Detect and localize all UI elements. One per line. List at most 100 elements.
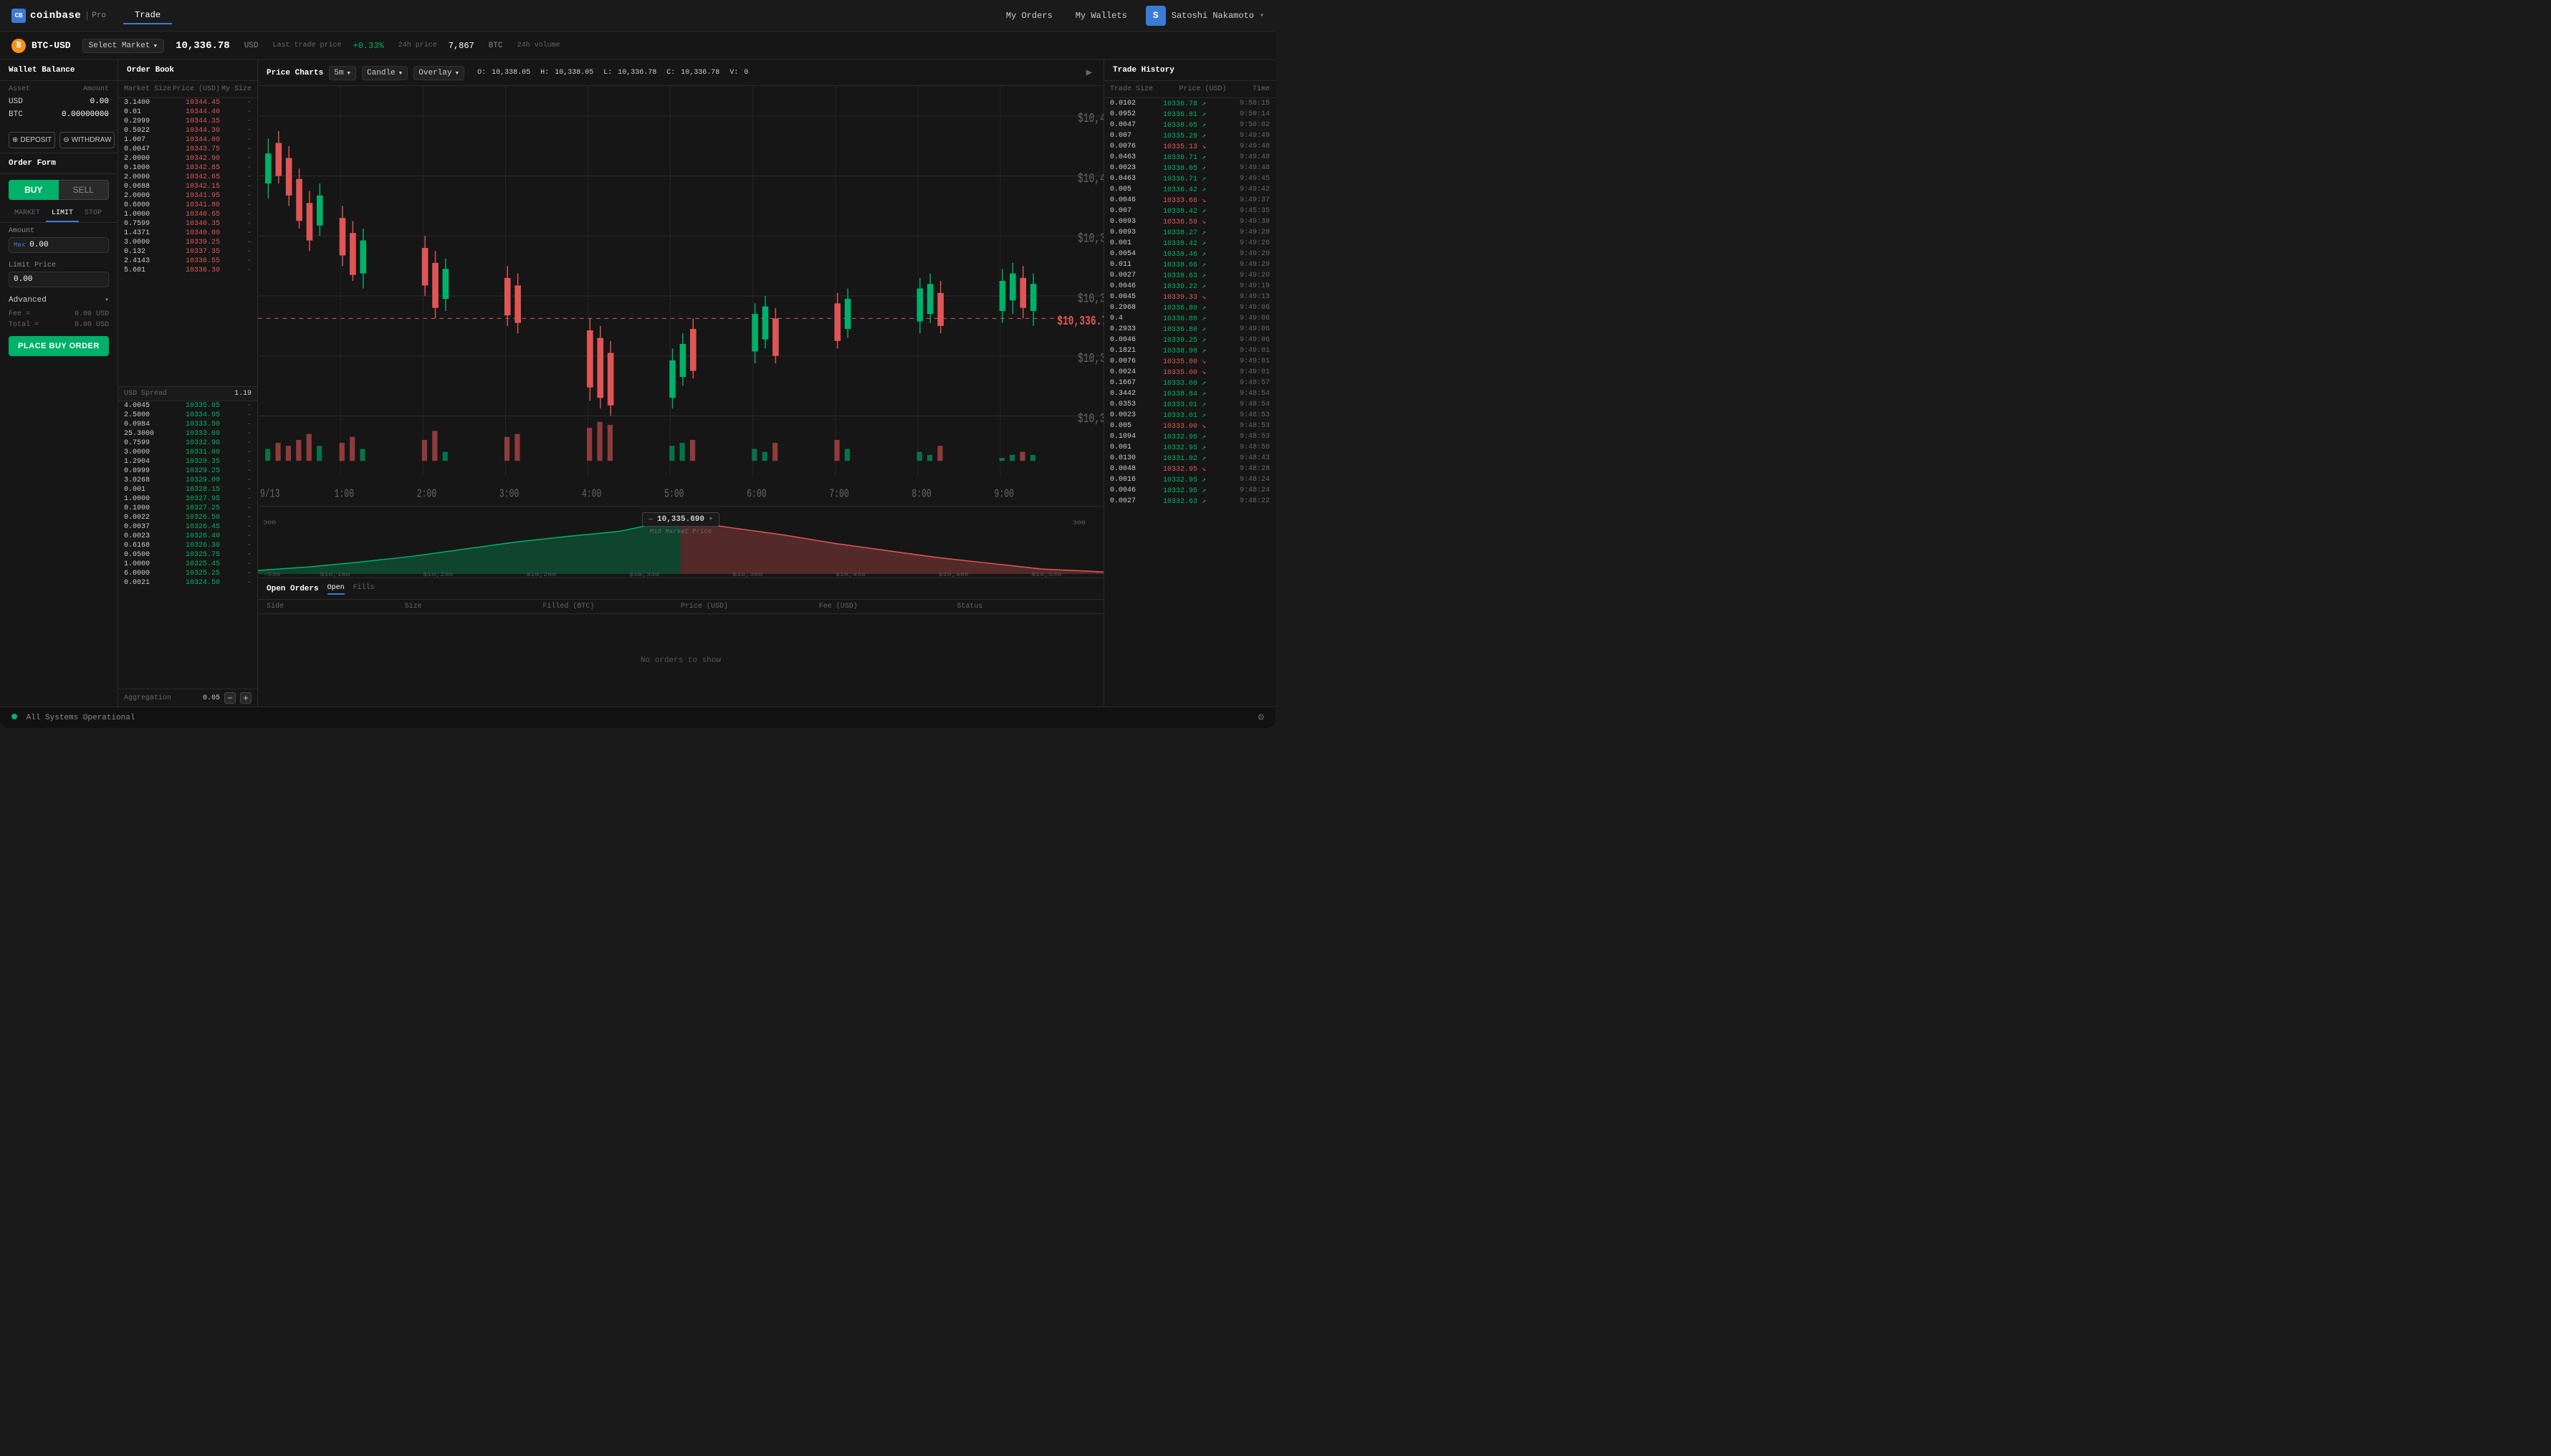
order-book-bids: 4.004510335.05-2.500010334.95-0.09841033… xyxy=(118,401,257,689)
order-book-bid-row[interactable]: 0.616810326.30- xyxy=(118,541,257,550)
svg-text:$10,300: $10,300 xyxy=(1078,411,1104,426)
last-price: 10,336.78 xyxy=(176,40,230,52)
place-order-button[interactable]: PLACE BUY ORDER xyxy=(9,336,109,356)
market-order-tab[interactable]: MARKET xyxy=(9,206,46,222)
svg-text:300: 300 xyxy=(263,520,276,526)
order-book-ask-row[interactable]: 2.000010342.65- xyxy=(118,173,257,182)
advanced-row[interactable]: Advanced ▾ xyxy=(0,292,118,309)
max-link[interactable]: Max xyxy=(14,241,25,249)
limit-price-form-group: Limit Price USD xyxy=(0,257,118,292)
svg-text:9:00: 9:00 xyxy=(994,488,1014,502)
open-orders-panel: Open Orders Open Fills Side Size Filled … xyxy=(258,578,1104,707)
sell-tab-button[interactable]: SELL xyxy=(59,180,110,200)
order-book-bid-row[interactable]: 1.290410329.35- xyxy=(118,457,257,466)
trade-history-row: 0.002710332.63 ↗9:48:22 xyxy=(1104,496,1276,507)
trade-history-row: 0.007610335.13 ↘9:49:48 xyxy=(1104,141,1276,152)
order-book-bid-row[interactable]: 0.00110328.15- xyxy=(118,485,257,494)
user-menu[interactable]: S Satoshi Nakamoto ▾ xyxy=(1146,6,1264,26)
close-value: C: 10,336.78 xyxy=(665,69,719,77)
order-book-ask-row[interactable]: 0.068810342.15- xyxy=(118,182,257,191)
order-book-ask-row[interactable]: 0.100010342.85- xyxy=(118,163,257,173)
order-book-bid-row[interactable]: 0.100010327.25- xyxy=(118,504,257,513)
order-book-bid-row[interactable]: 3.000010331.00- xyxy=(118,448,257,457)
order-book-ask-row[interactable]: 0.004710343.75- xyxy=(118,145,257,154)
svg-text:$10,180: $10,180 xyxy=(320,572,350,578)
order-book-bid-row[interactable]: 0.002210326.50- xyxy=(118,513,257,522)
order-book-ask-row[interactable]: 5.60110336.30- xyxy=(118,266,257,275)
buy-tab-button[interactable]: BUY xyxy=(9,180,59,200)
open-orders-title: Open Orders xyxy=(267,585,319,593)
chart-type-select[interactable]: Candle ▾ xyxy=(362,66,408,80)
svg-text:$10,280: $10,280 xyxy=(526,572,556,578)
order-book-ask-row[interactable]: 0.600010341.80- xyxy=(118,201,257,210)
order-book-ask-row[interactable]: 0.13210337.35- xyxy=(118,247,257,257)
withdraw-button[interactable]: ⊖ WITHDRAW xyxy=(59,132,115,148)
timeframe-select[interactable]: 5m ▾ xyxy=(329,66,356,80)
nav-tab-trade[interactable]: Trade xyxy=(123,7,172,24)
order-book-ask-row[interactable]: 0.0110344.40- xyxy=(118,107,257,117)
order-book-bid-row[interactable]: 1.000010327.95- xyxy=(118,494,257,504)
trade-history-row: 0.293310336.80 ↗9:49:06 xyxy=(1104,324,1276,335)
order-book-bid-row[interactable]: 1.000010325.45- xyxy=(118,560,257,569)
limit-order-tab[interactable]: LIMIT xyxy=(46,206,79,222)
my-orders-button[interactable]: My Orders xyxy=(996,8,1063,24)
order-book-panel: Order Book Market Size Price (USD) My Si… xyxy=(118,60,258,707)
order-book-ask-row[interactable]: 2.414310336.55- xyxy=(118,257,257,266)
order-book-bid-row[interactable]: 0.003710326.45- xyxy=(118,522,257,532)
select-market-button[interactable]: Select Market ▾ xyxy=(82,39,164,53)
order-book-bid-row[interactable]: 0.099910329.25- xyxy=(118,466,257,476)
svg-text:$10,530: $10,530 xyxy=(1031,572,1061,578)
limit-price-input-row: USD xyxy=(9,272,109,287)
open-orders-tab[interactable]: Open xyxy=(327,583,345,595)
order-book-ask-row[interactable]: 3.000010339.25- xyxy=(118,238,257,247)
trade-history-row: 0.010210336.78 ↗9:50:15 xyxy=(1104,98,1276,109)
fills-tab[interactable]: Fills xyxy=(353,583,375,595)
order-form-header: Order Form xyxy=(0,153,118,174)
chart-scroll-right-icon[interactable]: ▶ xyxy=(1083,67,1095,79)
wallet-table: Asset Amount USD 0.00 BTC 0.00000000 xyxy=(0,81,118,128)
aggregation-increase-button[interactable]: + xyxy=(240,692,252,704)
chevron-down-icon: ▾ xyxy=(398,68,403,78)
order-book-bid-row[interactable]: 0.050010325.75- xyxy=(118,550,257,560)
order-book-header: Order Book xyxy=(118,60,257,81)
settings-icon[interactable]: ⚙ xyxy=(1258,712,1264,724)
order-book-bid-row[interactable]: 2.500010334.95- xyxy=(118,411,257,420)
total-row: Total = 0.00 USD xyxy=(0,320,118,330)
order-book-ask-row[interactable]: 1.000010340.65- xyxy=(118,210,257,219)
order-book-ask-row[interactable]: 1.437110340.00- xyxy=(118,229,257,238)
limit-price-input[interactable] xyxy=(14,275,118,284)
stop-order-tab[interactable]: STOP xyxy=(79,206,107,222)
order-book-bid-row[interactable]: 6.000010325.25- xyxy=(118,569,257,578)
order-book-ask-row[interactable]: 3.140010344.45- xyxy=(118,98,257,107)
order-book-bid-row[interactable]: 0.759910332.90- xyxy=(118,439,257,448)
deposit-button[interactable]: ⊕ DEPOSIT xyxy=(9,132,55,148)
left-panel: Wallet Balance Asset Amount USD 0.00 BTC… xyxy=(0,60,118,707)
trade-history-row: 0.004610333.66 ↘9:49:37 xyxy=(1104,195,1276,206)
overlay-select[interactable]: Overlay ▾ xyxy=(413,66,464,80)
asset-usd: USD xyxy=(9,97,23,106)
coinbase-logo-icon: CB xyxy=(11,9,26,23)
chevron-down-icon: ▾ xyxy=(455,68,460,78)
trade-history-row: 0.009310336.59 ↘9:49:30 xyxy=(1104,216,1276,227)
order-book-bid-row[interactable]: 4.004510335.05- xyxy=(118,401,257,411)
order-book-bid-row[interactable]: 0.098410333.50- xyxy=(118,420,257,429)
trade-history-row: 0.01110338.66 ↗9:49:20 xyxy=(1104,259,1276,270)
order-book-ask-row[interactable]: 2.000010342.90- xyxy=(118,154,257,163)
aggregation-decrease-button[interactable]: − xyxy=(224,692,236,704)
order-book-bid-row[interactable]: 3.026810329.00- xyxy=(118,476,257,485)
status-text: All Systems Operational xyxy=(27,714,135,722)
order-book-ask-row[interactable]: 2.000010341.95- xyxy=(118,191,257,201)
order-book-bid-row[interactable]: 0.002310326.40- xyxy=(118,532,257,541)
my-wallets-button[interactable]: My Wallets xyxy=(1066,8,1137,24)
order-book-bid-row[interactable]: 0.002110324.50- xyxy=(118,578,257,588)
trade-history-row: 0.109410332.96 ↗9:48:53 xyxy=(1104,431,1276,442)
price-chart-area[interactable]: $10,425 $10,400 $10,375 $10,350 $10,336.… xyxy=(258,86,1104,506)
order-book-ask-row[interactable]: 0.759910340.35- xyxy=(118,219,257,229)
change-label: 24h price xyxy=(398,42,437,49)
order-book-bid-row[interactable]: 25.300010333.00- xyxy=(118,429,257,439)
user-name: Satoshi Nakamoto xyxy=(1172,11,1254,21)
order-book-column-headers: Market Size Price (USD) My Size xyxy=(118,81,257,98)
order-book-ask-row[interactable]: 0.592210344.30- xyxy=(118,126,257,135)
order-book-ask-row[interactable]: 0.299910344.35- xyxy=(118,117,257,126)
order-book-ask-row[interactable]: 1.00710344.00- xyxy=(118,135,257,145)
